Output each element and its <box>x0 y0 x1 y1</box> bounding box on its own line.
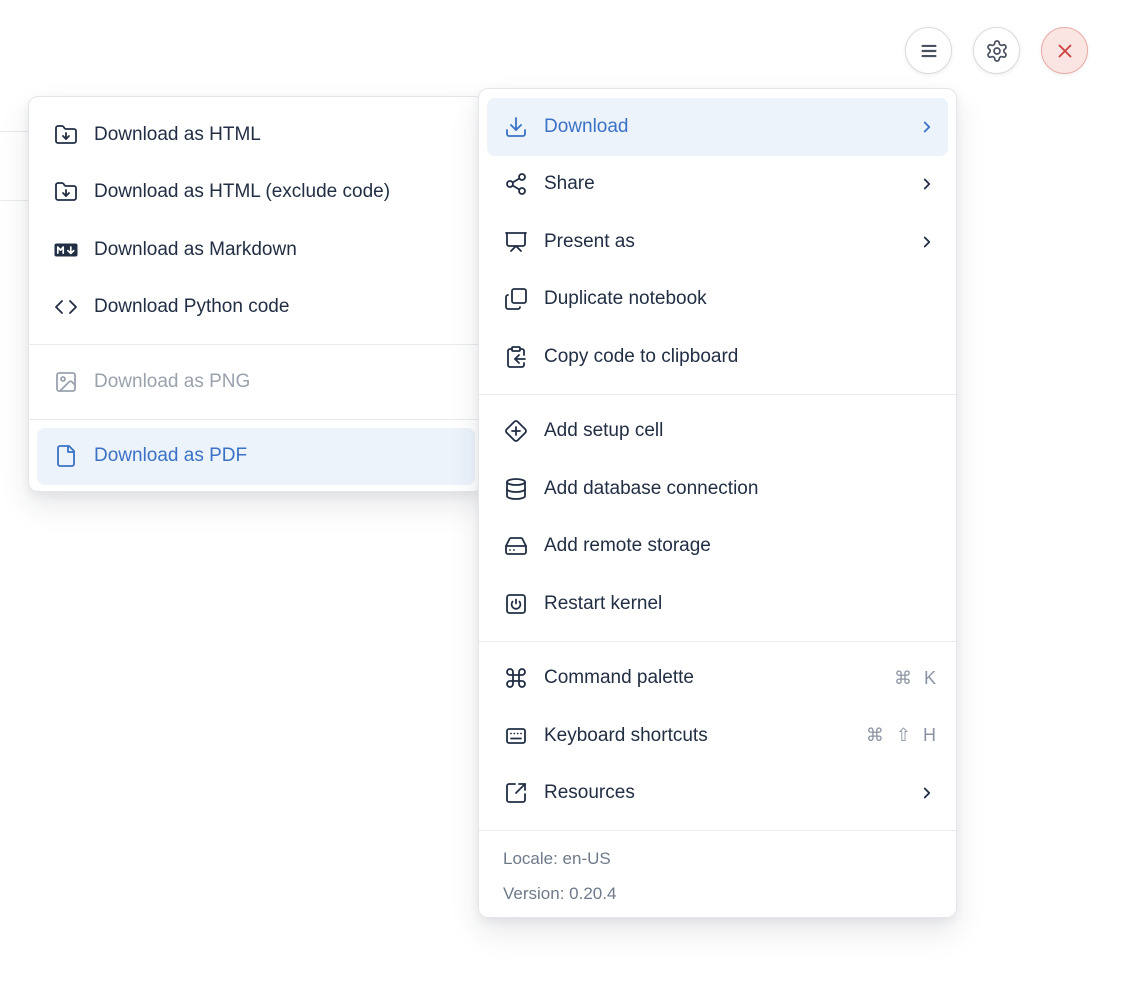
menu-item-label: Share <box>544 173 595 195</box>
chevron-right-icon <box>918 175 936 193</box>
keyboard-icon <box>504 724 528 748</box>
menu-item-label: Copy code to clipboard <box>544 345 739 367</box>
menu-item-label: Duplicate notebook <box>544 288 707 310</box>
menu-divider <box>29 344 483 345</box>
settings-button[interactable] <box>973 27 1020 74</box>
code-brackets-icon <box>54 295 78 319</box>
menu-footer: Locale: en-US Version: 0.20.4 <box>479 830 956 911</box>
menu-item-share[interactable]: Share <box>487 156 948 214</box>
download-submenu: Download as HTML Download as HTML (exclu… <box>28 96 484 492</box>
floating-toolbar <box>905 27 1088 74</box>
chevron-right-icon <box>918 118 936 136</box>
command-icon <box>504 666 528 690</box>
menu-item-restart-kernel[interactable]: Restart kernel <box>487 575 948 633</box>
menu-item-label: Command palette <box>544 667 694 689</box>
menu-item-label: Resources <box>544 782 635 804</box>
hard-drive-icon <box>504 534 528 558</box>
menu-item-add-remote-storage[interactable]: Add remote storage <box>487 518 948 576</box>
menu-item-add-database-connection[interactable]: Add database connection <box>487 460 948 518</box>
image-icon <box>54 370 78 394</box>
folder-down-icon <box>54 180 78 204</box>
share-icon <box>504 172 528 196</box>
menu-item-command-palette[interactable]: Command palette ⌘ K <box>487 650 948 708</box>
menu-item-copy-code-to-clipboard[interactable]: Copy code to clipboard <box>487 328 948 386</box>
menu-item-download-python-code[interactable]: Download Python code <box>37 279 475 337</box>
menu-item-label: Add remote storage <box>544 535 711 557</box>
menu-divider <box>29 418 483 420</box>
menu-divider <box>479 393 956 395</box>
presentation-icon <box>504 230 528 254</box>
close-icon <box>1053 39 1077 63</box>
gear-icon <box>985 39 1009 63</box>
menu-item-download-as-html[interactable]: Download as HTML <box>37 106 475 164</box>
page-background-line <box>0 200 28 201</box>
notebook-actions-menu: Download Share Present as Duplicate note… <box>478 88 957 918</box>
menu-item-download-as-pdf[interactable]: Download as PDF <box>37 427 475 485</box>
menu-item-label: Download as PDF <box>94 445 248 467</box>
menu-item-label: Present as <box>544 230 635 252</box>
page-background-line <box>0 131 28 132</box>
menu-item-keyboard-shortcuts[interactable]: Keyboard shortcuts ⌘ ⇧ H <box>487 707 948 765</box>
clipboard-arrow-icon <box>504 345 528 369</box>
close-button[interactable] <box>1041 27 1088 74</box>
version-text: Version: 0.20.4 <box>503 884 617 903</box>
menu-item-label: Keyboard shortcuts <box>544 724 708 746</box>
copy-pages-icon <box>504 287 528 311</box>
menu-item-download-as-markdown[interactable]: Download as Markdown <box>37 221 475 279</box>
menu-item-label: Add setup cell <box>544 420 664 442</box>
menu-item-present-as[interactable]: Present as <box>487 213 948 271</box>
menu-item-label: Download <box>544 115 629 137</box>
menu-divider <box>479 640 956 642</box>
menu-item-download-as-png[interactable]: Download as PNG <box>37 353 475 411</box>
menu-item-label: Download as Markdown <box>94 238 297 260</box>
keyboard-shortcut-hint: ⌘ ⇧ H <box>865 725 936 746</box>
menu-item-duplicate-notebook[interactable]: Duplicate notebook <box>487 271 948 329</box>
menu-item-download[interactable]: Download <box>487 98 948 156</box>
diamond-plus-icon <box>504 419 528 443</box>
download-icon <box>504 115 528 139</box>
menu-item-download-as-html-exclude-code[interactable]: Download as HTML (exclude code) <box>37 164 475 222</box>
keyboard-shortcut-hint: ⌘ K <box>893 667 936 688</box>
file-icon <box>54 444 78 468</box>
hamburger-icon <box>917 39 941 63</box>
power-square-icon <box>504 592 528 616</box>
chevron-right-icon <box>918 784 936 802</box>
menu-item-label: Restart kernel <box>544 592 663 614</box>
locale-text: Locale: en-US <box>503 849 611 868</box>
database-icon <box>504 477 528 501</box>
external-link-icon <box>504 781 528 805</box>
chevron-right-icon <box>918 233 936 251</box>
menu-item-label: Download Python code <box>94 296 290 318</box>
menu-item-label: Add database connection <box>544 477 759 499</box>
notebook-menu-button[interactable] <box>905 27 952 74</box>
menu-item-label: Download as PNG <box>94 370 251 392</box>
menu-item-label: Download as HTML (exclude code) <box>94 181 391 203</box>
menu-item-add-setup-cell[interactable]: Add setup cell <box>487 403 948 461</box>
menu-item-label: Download as HTML <box>94 123 261 145</box>
folder-down-icon <box>54 123 78 147</box>
menu-item-resources[interactable]: Resources <box>487 765 948 823</box>
markdown-badge-icon <box>54 238 78 262</box>
